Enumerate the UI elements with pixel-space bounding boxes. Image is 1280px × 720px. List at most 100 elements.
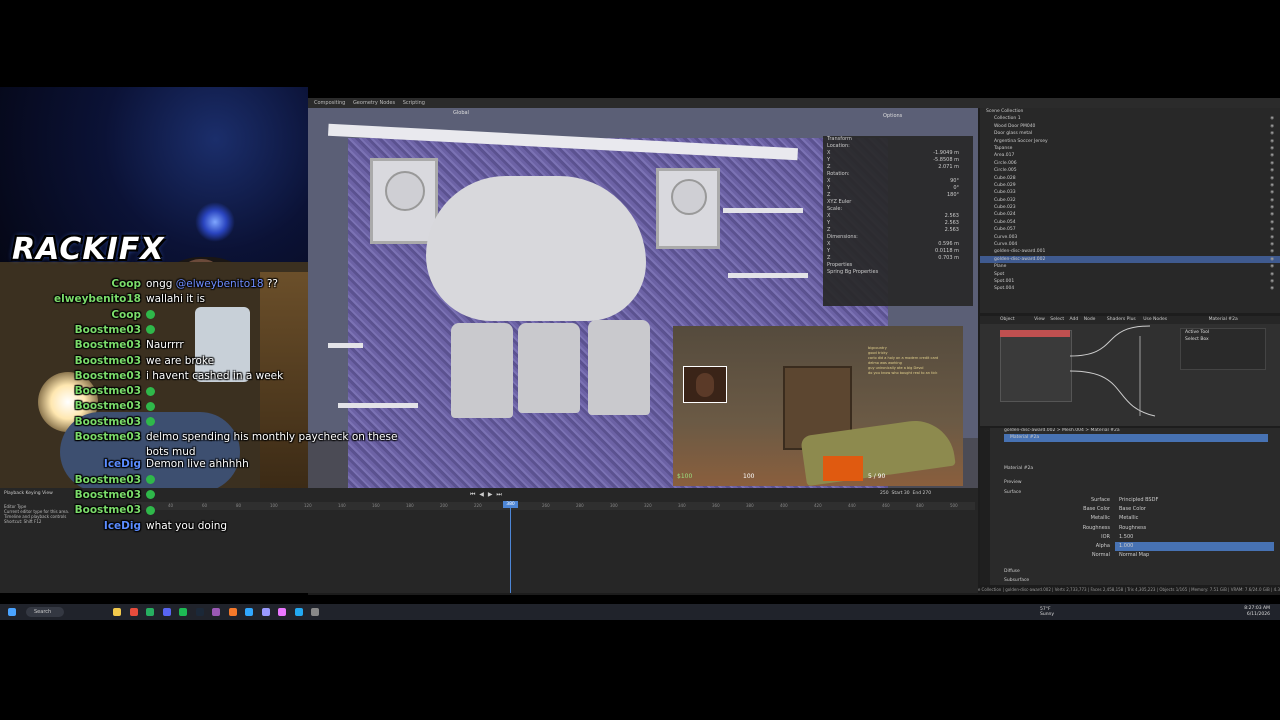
outliner-item[interactable]: Argentina Soccer Jersey ◉ — [980, 138, 1280, 145]
dimension-x[interactable]: 0.596 m — [938, 241, 959, 248]
chat-username[interactable]: IceDig — [0, 457, 141, 472]
dimension-y[interactable]: 0.0118 m — [935, 248, 959, 255]
playback-controls[interactable]: ⏮ ◀ ▶ ⏭ — [470, 491, 503, 499]
node-editor[interactable]: Object View Select Add Node Shaders Plus… — [980, 316, 1280, 426]
spring-section[interactable]: Spring Bg Properties — [823, 269, 973, 276]
chat-username[interactable]: Boostme03 — [0, 354, 141, 369]
chat-username[interactable]: Boostme03 — [0, 338, 141, 353]
photoshop-icon[interactable] — [245, 608, 253, 616]
workspace-tab[interactable]: Geometry Nodes — [353, 100, 395, 106]
outliner-item[interactable]: Tapanse ◉ — [980, 145, 1280, 152]
visibility-eye-icon[interactable]: ◉ — [1270, 278, 1274, 285]
chat-username[interactable]: Boostme03 — [0, 384, 141, 399]
chat-username[interactable]: Boostme03 — [0, 430, 141, 445]
visibility-eye-icon[interactable]: ◉ — [1270, 204, 1274, 211]
outliner-item[interactable]: Cube.057 ◉ — [980, 226, 1280, 233]
rotation-x[interactable]: 90° — [950, 178, 959, 185]
outliner-item[interactable]: Cube.054 ◉ — [980, 219, 1280, 226]
visibility-eye-icon[interactable]: ◉ — [1270, 189, 1274, 196]
taskview-icon[interactable] — [113, 608, 121, 616]
outliner-item[interactable]: Cube.033 ◉ — [980, 189, 1280, 196]
chat-username[interactable]: Coop — [0, 277, 141, 292]
visibility-eye-icon[interactable]: ◉ — [1270, 271, 1274, 278]
chat-username[interactable]: elweybenito18 — [0, 292, 141, 307]
property-field[interactable]: 1.500 — [1115, 533, 1274, 542]
outliner-item[interactable]: Cube.032 ◉ — [980, 197, 1280, 204]
playhead[interactable] — [510, 502, 511, 593]
visibility-eye-icon[interactable]: ◉ — [1270, 152, 1274, 159]
end-frame[interactable]: 270 — [923, 491, 932, 496]
property-field[interactable]: Base Color — [1115, 505, 1274, 514]
chat-username[interactable]: Boostme03 — [0, 323, 141, 338]
visibility-eye-icon[interactable]: ◉ — [1270, 115, 1274, 122]
outliner-item[interactable]: Area.017 ◉ — [980, 152, 1280, 159]
outliner-item[interactable]: Circle.006 ◉ — [980, 160, 1280, 167]
visibility-eye-icon[interactable]: ◉ — [1270, 167, 1274, 174]
discord-icon[interactable] — [162, 608, 171, 616]
chat-username[interactable]: Boostme03 — [0, 473, 141, 488]
outliner-item[interactable]: golden-disc-award.001 ◉ — [980, 248, 1280, 255]
visibility-eye-icon[interactable]: ◉ — [1270, 145, 1274, 152]
current-frame-right[interactable]: 250 — [880, 491, 889, 496]
3d-viewport[interactable]: Options Global Transform Location: X -1.9… — [308, 108, 978, 488]
scale-z[interactable]: 2.563 — [945, 227, 959, 234]
visibility-eye-icon[interactable]: ◉ — [1270, 234, 1274, 241]
visibility-eye-icon[interactable]: ◉ — [1270, 285, 1274, 292]
select-box-tool[interactable]: Select Box — [1185, 336, 1265, 343]
visibility-eye-icon[interactable]: ◉ — [1270, 241, 1274, 248]
visibility-eye-icon[interactable]: ◉ — [1270, 123, 1274, 130]
outliner-item[interactable]: Door glass metal ◉ — [980, 130, 1280, 137]
visibility-eye-icon[interactable]: ◉ — [1270, 248, 1274, 255]
obs-icon[interactable] — [212, 608, 220, 616]
visibility-eye-icon[interactable]: ◉ — [1270, 138, 1274, 145]
visibility-eye-icon[interactable]: ◉ — [1270, 160, 1274, 167]
weather-widget[interactable]: 57°F Sunny — [1040, 607, 1054, 617]
preview-section[interactable]: Preview — [1004, 480, 1022, 485]
rotation-mode[interactable]: XYZ Euler — [823, 199, 973, 206]
material-slot[interactable]: Material #2a — [1004, 434, 1268, 442]
clock[interactable]: 8:27:03 AM 6/11/2026 — [1244, 606, 1270, 618]
outliner-item[interactable]: Cube.029 ◉ — [980, 182, 1280, 189]
rotation-z[interactable]: 180° — [947, 192, 959, 199]
visibility-eye-icon[interactable]: ◉ — [1270, 211, 1274, 218]
visibility-eye-icon[interactable]: ◉ — [1270, 182, 1274, 189]
property-field[interactable]: Metallic — [1115, 514, 1274, 523]
chat-username[interactable]: Boostme03 — [0, 399, 141, 414]
files-icon[interactable] — [129, 608, 138, 616]
start-frame[interactable]: 30 — [904, 491, 910, 496]
scale-y[interactable]: 2.563 — [945, 220, 959, 227]
chat-username[interactable]: Coop — [0, 308, 141, 323]
properties-section[interactable]: Properties — [823, 262, 973, 269]
location-y[interactable]: -5.8508 m — [933, 157, 959, 164]
diffuse-section[interactable]: Diffuse — [1004, 569, 1020, 574]
outliner-item[interactable]: Plane ◉ — [980, 263, 1280, 270]
outliner-item[interactable]: Cube.024 ◉ — [980, 211, 1280, 218]
chrome-icon[interactable] — [146, 608, 154, 616]
material-name[interactable]: Material #2a — [1004, 466, 1033, 471]
chat-username[interactable]: Boostme03 — [0, 488, 141, 503]
outliner-item[interactable]: Circle.005 ◉ — [980, 167, 1280, 174]
outliner-item[interactable]: Collection 1 ◉ — [980, 115, 1280, 122]
chat-mention[interactable]: @elweybenito18 — [176, 278, 264, 290]
subsurface-section[interactable]: Subsurface — [1004, 578, 1029, 583]
taskbar-search[interactable]: Search — [26, 607, 64, 617]
chat-username[interactable]: IceDig — [0, 519, 141, 534]
premiere-icon[interactable] — [278, 608, 286, 616]
outliner-item[interactable]: Spot ◉ — [980, 271, 1280, 278]
visibility-eye-icon[interactable]: ◉ — [1270, 197, 1274, 204]
transform-title[interactable]: Transform — [823, 136, 973, 143]
start-icon[interactable] — [8, 608, 16, 616]
outliner-item[interactable]: golden-disc-award.002 ◉ — [980, 255, 1280, 264]
viewport-options[interactable]: Options — [883, 113, 902, 119]
property-field[interactable]: Principled BSDF — [1115, 496, 1274, 505]
visibility-eye-icon[interactable]: ◉ — [1270, 175, 1274, 182]
workspace-tab[interactable]: Scripting — [403, 100, 425, 106]
vscode-icon[interactable] — [294, 608, 303, 616]
spotify-icon[interactable] — [179, 608, 187, 616]
outliner-title[interactable]: Scene Collection — [980, 108, 1280, 115]
terminal-icon[interactable] — [311, 608, 319, 616]
visibility-eye-icon[interactable]: ◉ — [1270, 226, 1274, 233]
dimension-z[interactable]: 0.703 m — [938, 255, 959, 262]
property-field[interactable]: Roughness — [1115, 524, 1274, 533]
chat-username[interactable]: Boostme03 — [0, 503, 141, 518]
